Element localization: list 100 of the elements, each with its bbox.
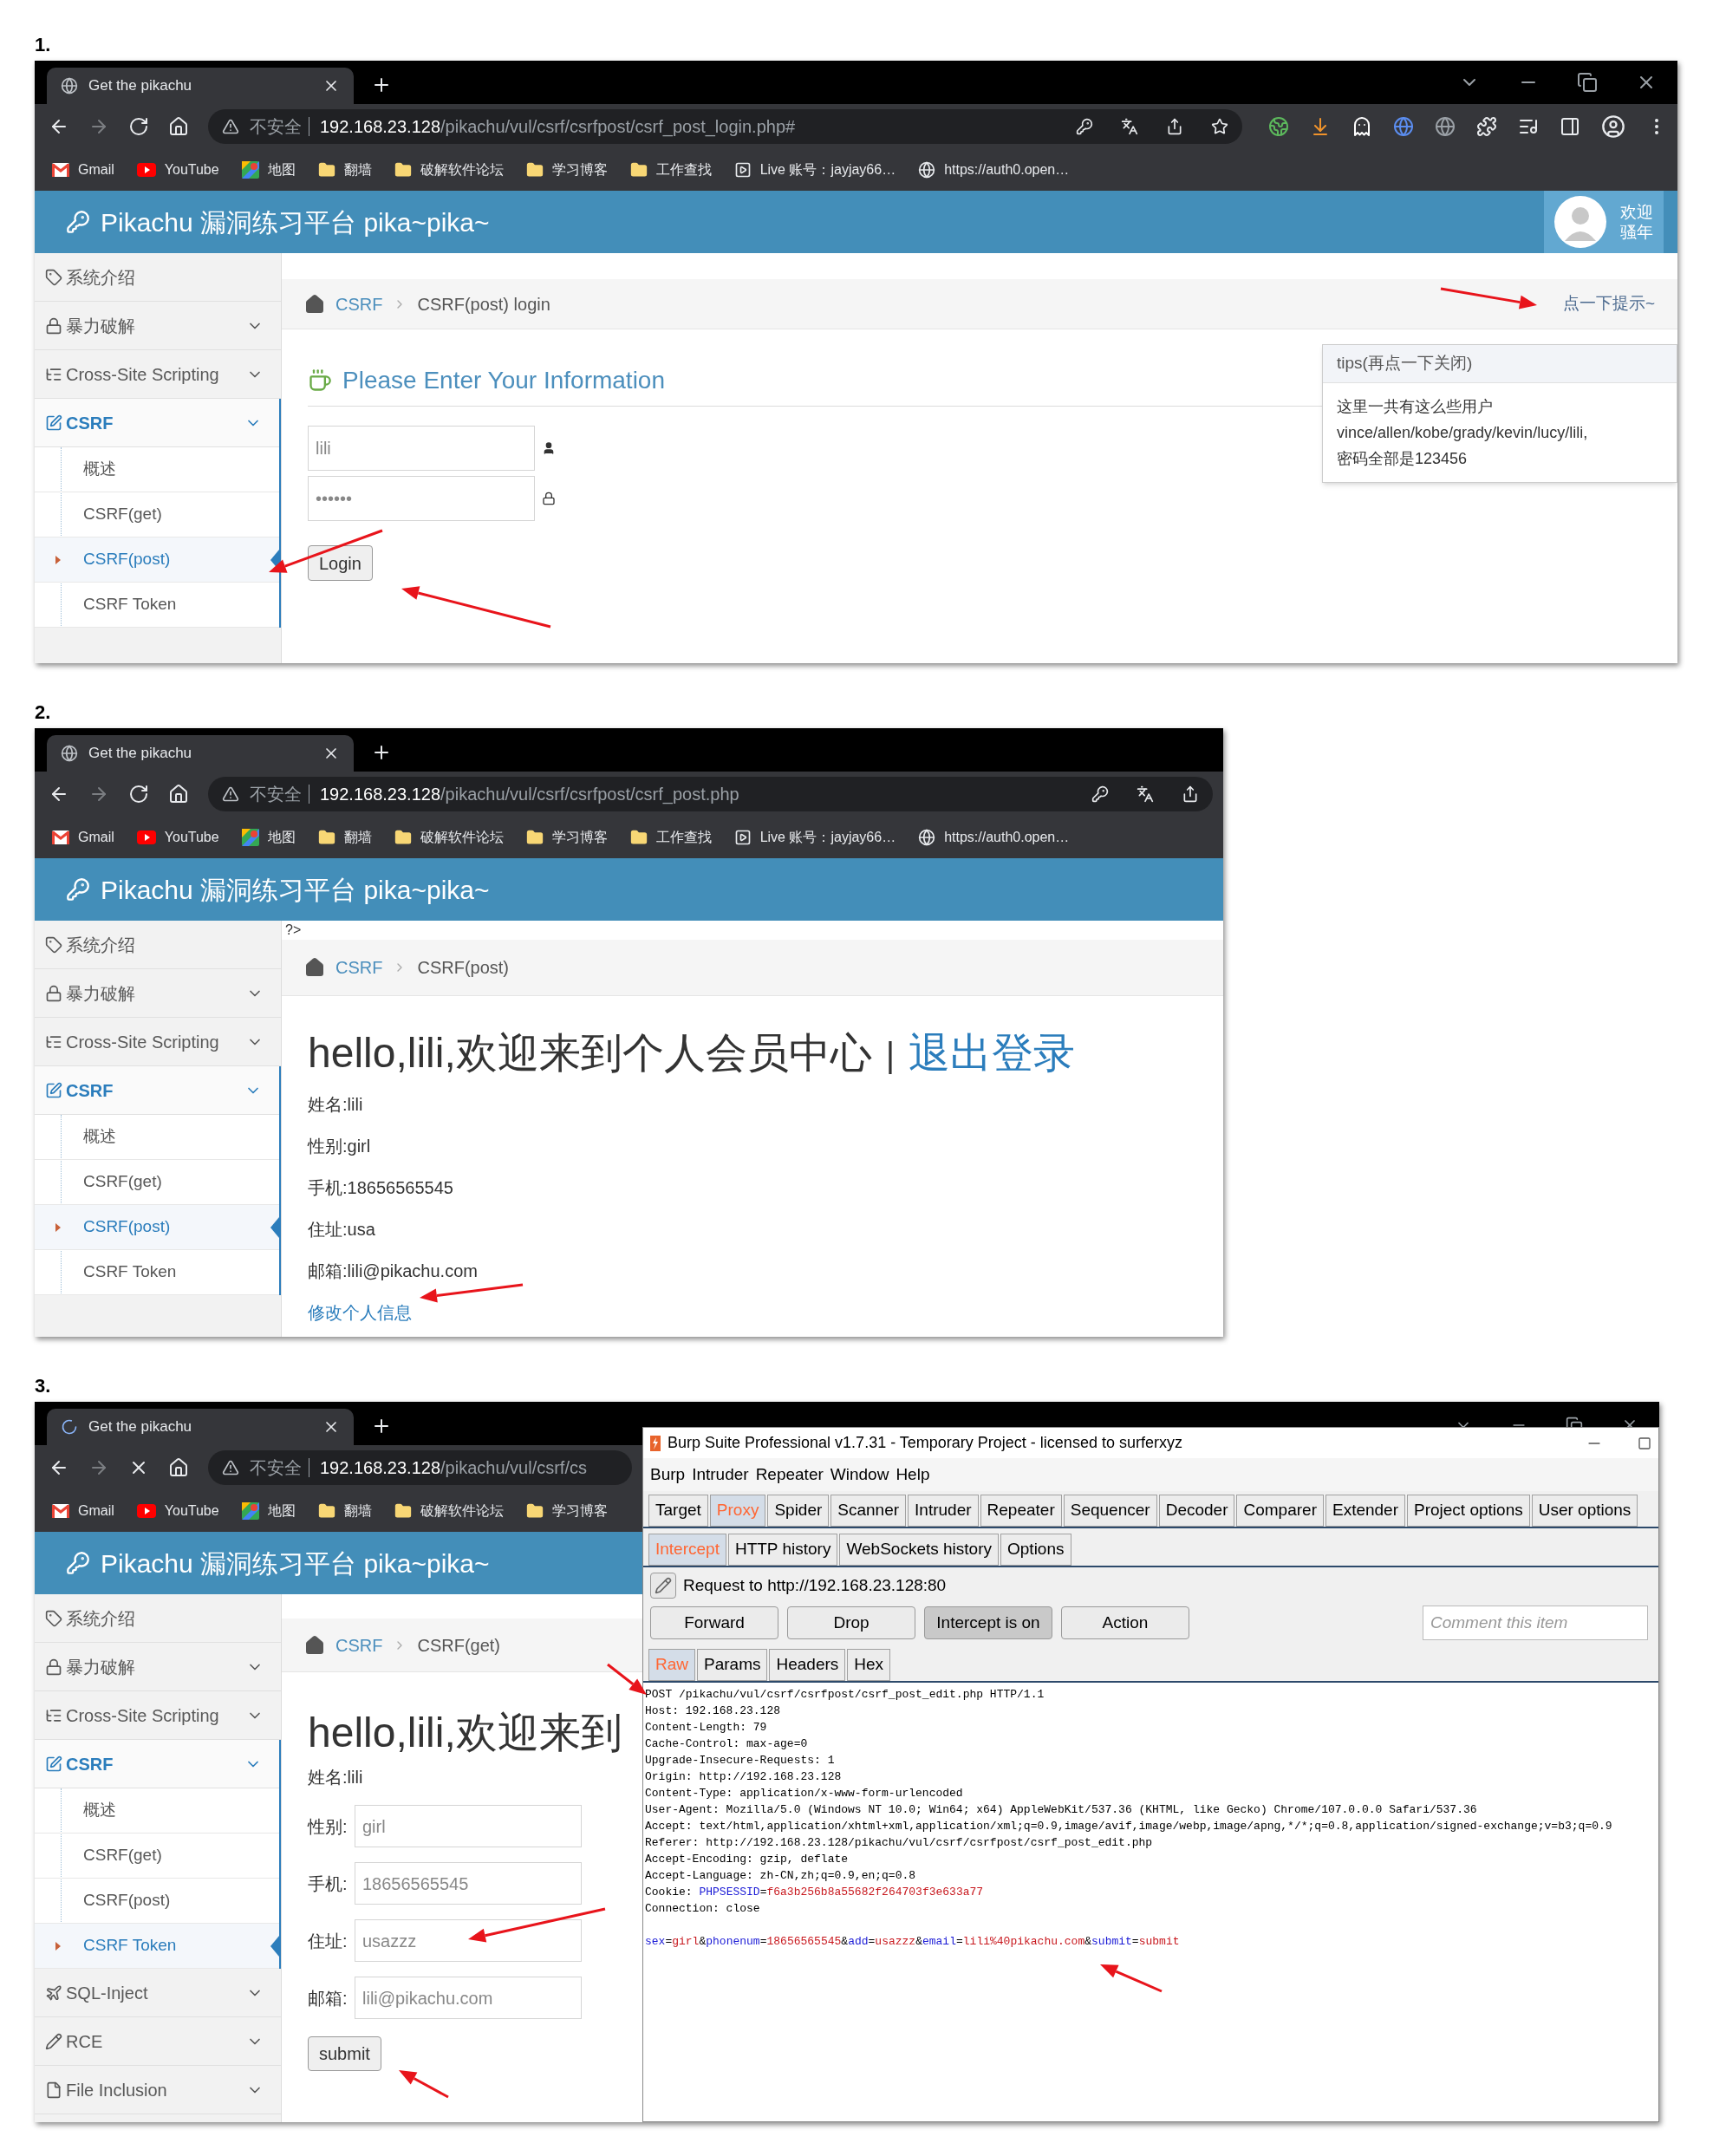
sidebar-subitem[interactable]: CSRF(post) xyxy=(35,537,279,583)
translate-icon[interactable] xyxy=(1121,118,1138,135)
browser-tab[interactable]: Get the pikachu xyxy=(47,68,354,104)
bookmark[interactable]: Gmail xyxy=(52,1501,114,1521)
action-button[interactable]: Forward xyxy=(650,1606,778,1639)
sidebar-item[interactable]: 系统介绍 xyxy=(35,253,281,302)
home-icon[interactable] xyxy=(168,1457,189,1478)
home-icon[interactable] xyxy=(168,784,189,804)
tab[interactable]: Target xyxy=(648,1495,708,1527)
globe-icon[interactable] xyxy=(1435,116,1456,137)
translate-icon[interactable] xyxy=(1137,785,1154,803)
menu-item[interactable]: Help xyxy=(896,1462,930,1488)
action-button[interactable]: Action xyxy=(1061,1606,1189,1639)
tab[interactable]: Intruder xyxy=(908,1495,979,1527)
earth-icon[interactable] xyxy=(1268,116,1289,137)
action-button[interactable]: Intercept is on xyxy=(924,1606,1052,1639)
tab[interactable]: Headers xyxy=(769,1649,846,1681)
tab[interactable]: WebSockets history xyxy=(839,1534,999,1566)
menu-item[interactable]: Repeater xyxy=(755,1462,824,1488)
bookmark[interactable]: 学习博客 xyxy=(525,160,608,180)
sidebar-subitem[interactable]: CSRF Token xyxy=(35,1250,279,1295)
home-icon[interactable] xyxy=(168,116,189,137)
sidebar-subitem[interactable]: 概述 xyxy=(35,447,279,492)
sidebar-item[interactable]: 暴力破解 xyxy=(35,302,281,350)
username-field[interactable]: lili xyxy=(308,426,535,471)
input-field[interactable]: 18656565545 xyxy=(355,1862,582,1905)
action-button[interactable]: Drop xyxy=(787,1606,915,1639)
hint-link[interactable]: 点一下提示~ xyxy=(1562,291,1655,316)
sidebar-item[interactable]: 系统介绍 xyxy=(35,921,281,969)
sidebar-item[interactable]: CSRF xyxy=(35,1066,279,1115)
bookmark[interactable]: 翻墙 xyxy=(317,160,372,180)
tab[interactable]: Repeater xyxy=(980,1495,1062,1527)
bookmark[interactable]: 翻墙 xyxy=(317,827,372,848)
sidebar-item[interactable]: CSRF xyxy=(35,1740,279,1788)
extensions-icon[interactable] xyxy=(1476,116,1497,137)
address-bar[interactable]: 不安全 192.168.23.128/pikachu/vul/csrf/cs xyxy=(208,1450,632,1485)
sidebar-item[interactable]: CSRF xyxy=(35,399,279,447)
menu-item[interactable]: Intruder xyxy=(692,1462,749,1488)
restore-icon[interactable] xyxy=(1577,72,1598,93)
tab[interactable]: Project options xyxy=(1407,1495,1530,1527)
bookmark[interactable]: 地图 xyxy=(241,827,296,848)
profile-icon[interactable] xyxy=(1601,114,1625,139)
bookmark[interactable]: YouTube xyxy=(136,160,219,180)
address-bar[interactable]: 不安全 192.168.23.128/pikachu/vul/csrf/csrfpost/csrf_post.php xyxy=(208,777,1213,811)
key-icon[interactable] xyxy=(1091,785,1109,803)
sidebar-subitem[interactable]: 概述 xyxy=(35,1115,279,1160)
bookmark[interactable]: Live 账号：jayjay66… xyxy=(733,160,896,180)
bookmark[interactable]: 破解软件论坛 xyxy=(394,827,504,848)
tab[interactable]: Options xyxy=(1000,1534,1071,1566)
bookmark[interactable]: YouTube xyxy=(136,827,219,848)
bookmark[interactable]: 工作查找 xyxy=(629,827,712,848)
bookmark[interactable]: Gmail xyxy=(52,827,114,848)
reload-icon[interactable] xyxy=(128,784,149,804)
logout-link[interactable]: 退出登录 xyxy=(909,1022,1076,1085)
sidebar-subitem[interactable]: CSRF Token xyxy=(35,583,279,628)
tab[interactable]: HTTP history xyxy=(727,1534,838,1566)
maximize-icon[interactable] xyxy=(1638,1436,1651,1450)
star-icon[interactable] xyxy=(1211,118,1228,135)
tab[interactable]: Comparer xyxy=(1236,1495,1324,1527)
bookmark[interactable]: 地图 xyxy=(241,160,296,180)
menu-item[interactable]: Burp xyxy=(650,1462,686,1488)
sidebar-subitem[interactable]: CSRF Token xyxy=(35,1924,279,1969)
tab[interactable]: Hex xyxy=(847,1649,891,1681)
tab[interactable]: Params xyxy=(697,1649,768,1681)
share-icon[interactable] xyxy=(1182,785,1199,803)
sidebar-item[interactable]: 暴力破解 xyxy=(35,969,281,1018)
bookmark[interactable]: 学习博客 xyxy=(525,827,608,848)
bookmark[interactable]: 地图 xyxy=(241,1501,296,1521)
password-field[interactable]: •••••• xyxy=(308,476,535,521)
bookmark[interactable]: 破解软件论坛 xyxy=(394,1501,504,1521)
home-icon[interactable] xyxy=(304,293,325,315)
input-field[interactable]: usazzz xyxy=(355,1919,582,1962)
bookmark[interactable]: 翻墙 xyxy=(317,1501,372,1521)
tab[interactable]: Sequencer xyxy=(1063,1495,1157,1527)
edit-icon[interactable] xyxy=(650,1573,676,1599)
sidebar-item[interactable]: 暴力破解 xyxy=(35,1643,281,1691)
submit-button[interactable]: submit xyxy=(308,2036,381,2071)
sidebar-subitem[interactable]: 概述 xyxy=(35,1788,279,1834)
home-icon[interactable] xyxy=(304,957,325,978)
input-field[interactable]: girl xyxy=(355,1805,582,1847)
bookmark[interactable]: 工作查找 xyxy=(629,160,712,180)
menu-item[interactable]: Window xyxy=(830,1462,889,1488)
sidebar-item[interactable]: File Inclusion xyxy=(35,2066,281,2114)
sidebar-subitem[interactable]: CSRF(get) xyxy=(35,1834,279,1879)
edit-profile-link[interactable]: 修改个人信息 xyxy=(308,1299,412,1326)
bookmark[interactable]: Live 账号：jayjay66… xyxy=(733,827,896,848)
sidebar-subitem[interactable]: CSRF(post) xyxy=(35,1205,279,1250)
bookmark[interactable]: https://auth0.open… xyxy=(918,827,1070,848)
key-icon[interactable] xyxy=(1076,118,1093,135)
browser-tab[interactable]: Get the pikachu xyxy=(47,735,354,772)
tab[interactable]: Decoder xyxy=(1158,1495,1235,1527)
tab[interactable]: Scanner xyxy=(830,1495,907,1527)
browser-tab[interactable]: Get the pikachu xyxy=(47,1409,354,1445)
address-bar[interactable]: 不安全 192.168.23.128/pikachu/vul/csrf/csrfpost/csrf_post_login.php# xyxy=(208,109,1242,144)
sidebar-item[interactable]: 系统介绍 xyxy=(35,1594,281,1643)
share-icon[interactable] xyxy=(1166,118,1183,135)
home-icon[interactable] xyxy=(304,1634,325,1656)
reload-icon[interactable] xyxy=(128,116,149,137)
bookmark[interactable]: https://auth0.open… xyxy=(918,160,1070,180)
side-panel-icon[interactable] xyxy=(1560,116,1580,137)
